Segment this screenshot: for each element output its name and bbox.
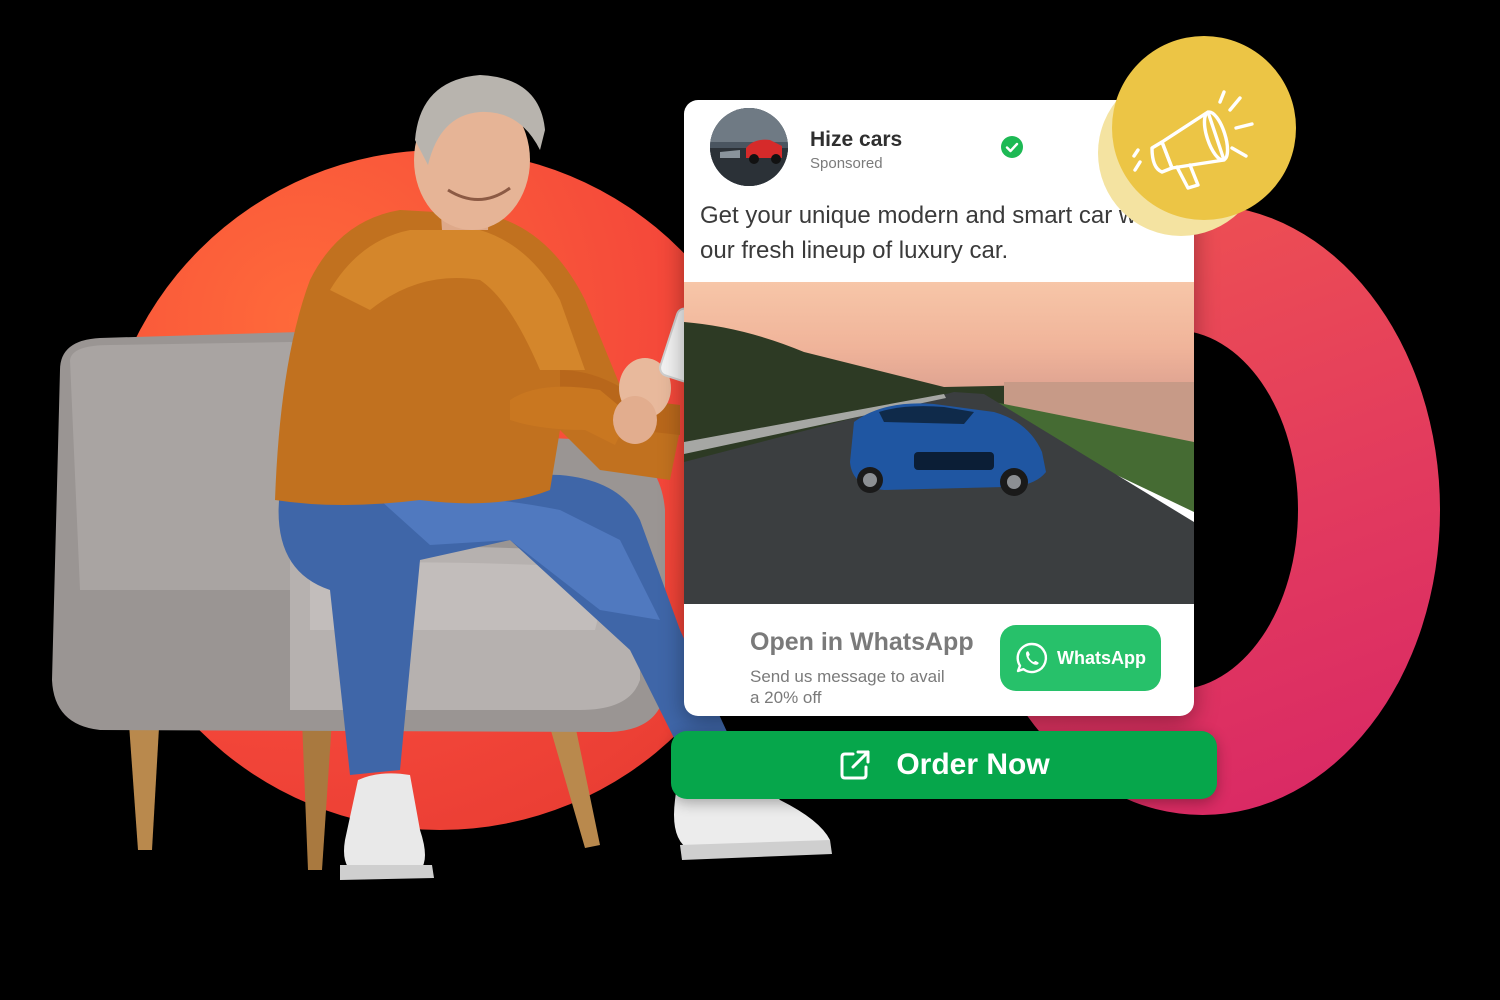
sponsored-label: Sponsored [810,155,883,172]
check-circle-icon [1001,136,1023,158]
ad-copy-text: Get your unique modern and smart car wit… [700,202,1162,264]
whatsapp-icon [1016,642,1048,674]
brand-name[interactable]: Hize cars [810,128,902,152]
megaphone-icon [1132,90,1254,190]
brand-avatar [710,108,788,186]
external-link-icon [840,750,870,780]
whatsapp-button-label: WhatsApp [1057,647,1146,668]
order-now-button[interactable]: Order Now [671,731,1217,799]
whatsapp-button[interactable]: WhatsApp [1000,625,1161,691]
promo-stage: Hize cars Sponsored Get your unique mode… [0,0,1500,1000]
cta-subtitle: Send us message to avail a 20% off [750,667,945,707]
order-now-label: Order Now [896,748,1050,781]
cta-title: Open in WhatsApp [750,628,974,656]
ad-car-image[interactable] [684,282,1194,604]
